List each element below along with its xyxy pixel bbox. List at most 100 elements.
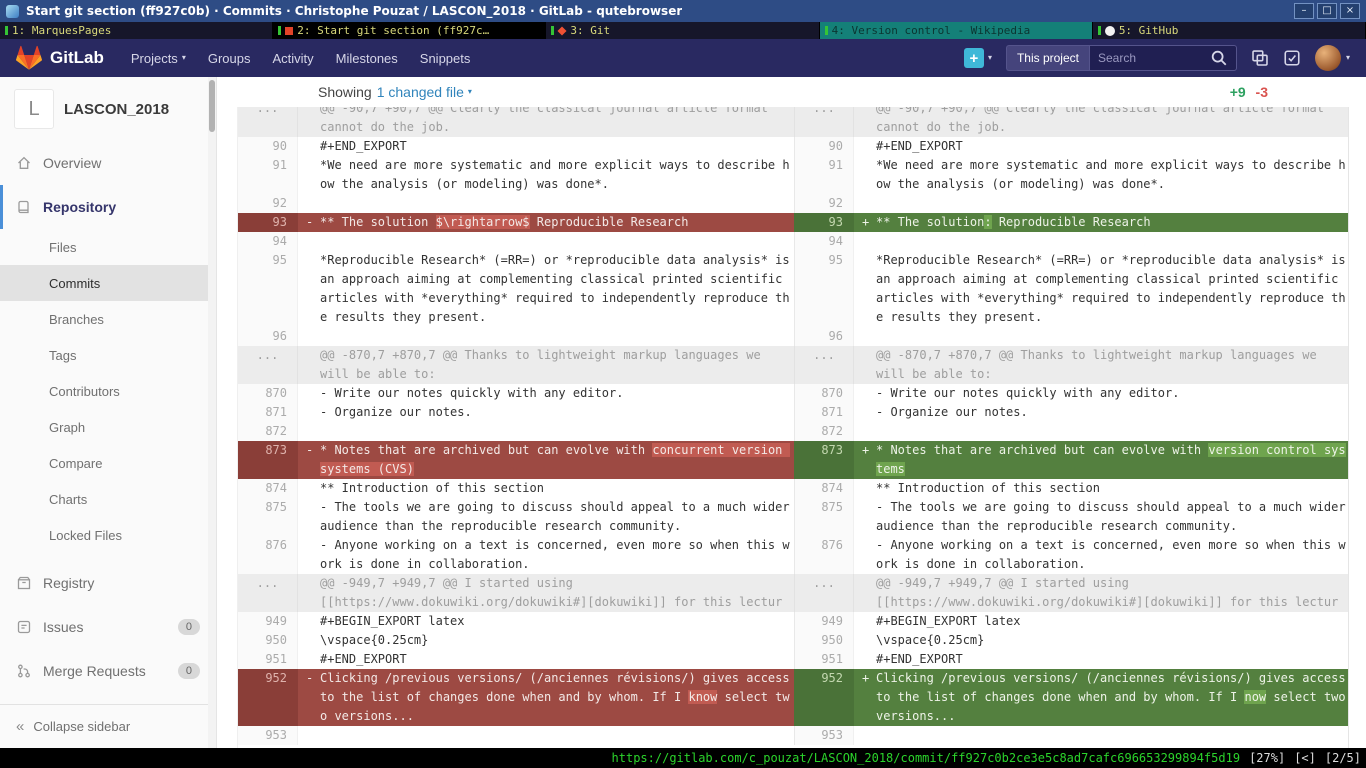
tab-4[interactable]: 4: Version control - Wikipedia xyxy=(820,22,1093,39)
old-line-number[interactable]: 876 xyxy=(238,536,298,574)
new-line-number[interactable]: 949 xyxy=(794,612,854,631)
hunk-gutter[interactable]: ... xyxy=(238,107,298,137)
tab-bar: 1: MarquesPages 2: Start git section (ff9… xyxy=(0,22,1366,39)
new-line-number[interactable]: 875 xyxy=(794,498,854,536)
sidebar-subitem-commits[interactable]: Commits xyxy=(0,265,216,301)
new-line-number[interactable]: 95 xyxy=(794,251,854,327)
todos-icon[interactable] xyxy=(1283,49,1301,67)
diff-row: ...@@ -90,7 +90,7 @@ Clearly the classic… xyxy=(238,107,1348,137)
code-line: #+END_EXPORT xyxy=(298,137,794,156)
tab-2[interactable]: 2: Start git section (ff927c… xyxy=(273,22,546,39)
hunk-gutter[interactable]: ... xyxy=(238,346,298,384)
sidebar-item-label: Registry xyxy=(43,575,94,591)
old-line-number[interactable]: 870 xyxy=(238,384,298,403)
old-line-number[interactable]: 952 xyxy=(238,669,298,726)
code-line: - Write our notes quickly with any edito… xyxy=(854,384,1349,403)
search-scope-button[interactable]: This project xyxy=(1006,45,1089,71)
nav-link-projects[interactable]: Projects▾ xyxy=(120,39,197,77)
code-line xyxy=(854,327,1349,346)
old-line-number[interactable]: 94 xyxy=(238,232,298,251)
nav-link-snippets[interactable]: Snippets xyxy=(409,39,482,77)
search-input[interactable] xyxy=(1098,51,1204,65)
sidebar-item-label: Merge Requests xyxy=(43,663,146,679)
sidebar-subitem-compare[interactable]: Compare xyxy=(0,445,216,481)
changed-files-dropdown[interactable]: 1 changed file ▾ xyxy=(377,84,472,100)
old-line-number[interactable]: 90 xyxy=(238,137,298,156)
old-line-number[interactable]: 951 xyxy=(238,650,298,669)
gitlab-logo-icon[interactable] xyxy=(16,45,42,71)
new-line-number[interactable]: 953 xyxy=(794,726,854,745)
old-line-number[interactable]: 873 xyxy=(238,441,298,479)
qutebrowser-icon xyxy=(6,5,19,18)
new-line-number[interactable]: 952 xyxy=(794,669,854,726)
maximize-button[interactable]: □ xyxy=(1317,3,1337,19)
code-text: #+BEGIN_EXPORT latex xyxy=(320,614,465,628)
hunk-gutter[interactable]: ... xyxy=(794,574,854,612)
new-line-number[interactable]: 876 xyxy=(794,536,854,574)
old-line-number[interactable]: 95 xyxy=(238,251,298,327)
tab-1[interactable]: 1: MarquesPages xyxy=(0,22,273,39)
new-line-number[interactable]: 90 xyxy=(794,137,854,156)
sidebar-subitem-contributors[interactable]: Contributors xyxy=(0,373,216,409)
gitlab-wordmark[interactable]: GitLab xyxy=(50,48,104,68)
new-line-number[interactable]: 96 xyxy=(794,327,854,346)
collapse-sidebar-button[interactable]: « Collapse sidebar xyxy=(0,704,216,748)
code-text: \vspace{0.25cm} xyxy=(320,633,428,647)
tab-3[interactable]: 3: Git xyxy=(546,22,819,39)
old-line-number[interactable]: 91 xyxy=(238,156,298,194)
new-line-number[interactable]: 91 xyxy=(794,156,854,194)
new-line-number[interactable]: 951 xyxy=(794,650,854,669)
sidebar-subitem-locked-files[interactable]: Locked Files xyxy=(0,517,216,553)
nav-link-activity[interactable]: Activity xyxy=(261,39,324,77)
sidebar-scrollbar[interactable] xyxy=(208,77,216,748)
word-highlight: : xyxy=(984,215,991,229)
minimize-button[interactable]: – xyxy=(1294,3,1314,19)
new-line-number[interactable]: 873 xyxy=(794,441,854,479)
old-line-number[interactable]: 874 xyxy=(238,479,298,498)
hunk-gutter[interactable]: ... xyxy=(794,107,854,137)
old-line-number[interactable]: 872 xyxy=(238,422,298,441)
new-line-number[interactable]: 872 xyxy=(794,422,854,441)
sidebar-subitem-tags[interactable]: Tags xyxy=(0,337,216,373)
sidebar-subitem-branches[interactable]: Branches xyxy=(0,301,216,337)
sidebar-item-repository[interactable]: Repository xyxy=(0,185,216,229)
old-line-number[interactable]: 953 xyxy=(238,726,298,745)
sidebar-item-registry[interactable]: Registry xyxy=(0,561,216,605)
sidebar-scrollbar-thumb[interactable] xyxy=(209,80,215,132)
sidebar-item-merge_requests[interactable]: Merge Requests0 xyxy=(0,649,216,693)
sidebar-item-overview[interactable]: Overview xyxy=(0,141,216,185)
boards-icon[interactable] xyxy=(1251,49,1269,67)
nav-link-milestones[interactable]: Milestones xyxy=(325,39,409,77)
old-line-number[interactable]: 92 xyxy=(238,194,298,213)
chevron-down-icon: ▾ xyxy=(182,54,186,62)
project-header[interactable]: L LASCON_2018 xyxy=(0,77,216,141)
tab-5[interactable]: 5: GitHub xyxy=(1093,22,1366,39)
sidebar-subitem-charts[interactable]: Charts xyxy=(0,481,216,517)
nav-link-groups[interactable]: Groups xyxy=(197,39,262,77)
new-menu-button[interactable]: + ▾ xyxy=(964,48,992,68)
code-line: @@ -870,7 +870,7 @@ Thanks to lightweigh… xyxy=(854,346,1349,384)
sidebar-subitem-graph[interactable]: Graph xyxy=(0,409,216,445)
close-button[interactable]: × xyxy=(1340,3,1360,19)
hunk-gutter[interactable]: ... xyxy=(238,574,298,612)
old-line-number[interactable]: 875 xyxy=(238,498,298,536)
old-line-number[interactable]: 93 xyxy=(238,213,298,232)
sidebar-item-label: Repository xyxy=(43,199,116,215)
old-line-number[interactable]: 96 xyxy=(238,327,298,346)
old-line-number[interactable]: 871 xyxy=(238,403,298,422)
new-line-number[interactable]: 870 xyxy=(794,384,854,403)
old-line-number[interactable]: 950 xyxy=(238,631,298,650)
sidebar-subitem-files[interactable]: Files xyxy=(0,229,216,265)
hunk-gutter[interactable]: ... xyxy=(794,346,854,384)
new-line-number[interactable]: 94 xyxy=(794,232,854,251)
search-box[interactable] xyxy=(1089,45,1237,71)
tab-label: 1: MarquesPages xyxy=(12,24,111,37)
new-line-number[interactable]: 871 xyxy=(794,403,854,422)
new-line-number[interactable]: 92 xyxy=(794,194,854,213)
new-line-number[interactable]: 950 xyxy=(794,631,854,650)
new-line-number[interactable]: 93 xyxy=(794,213,854,232)
new-line-number[interactable]: 874 xyxy=(794,479,854,498)
sidebar-item-issues[interactable]: Issues0 xyxy=(0,605,216,649)
old-line-number[interactable]: 949 xyxy=(238,612,298,631)
user-menu[interactable]: ▾ xyxy=(1315,45,1350,71)
